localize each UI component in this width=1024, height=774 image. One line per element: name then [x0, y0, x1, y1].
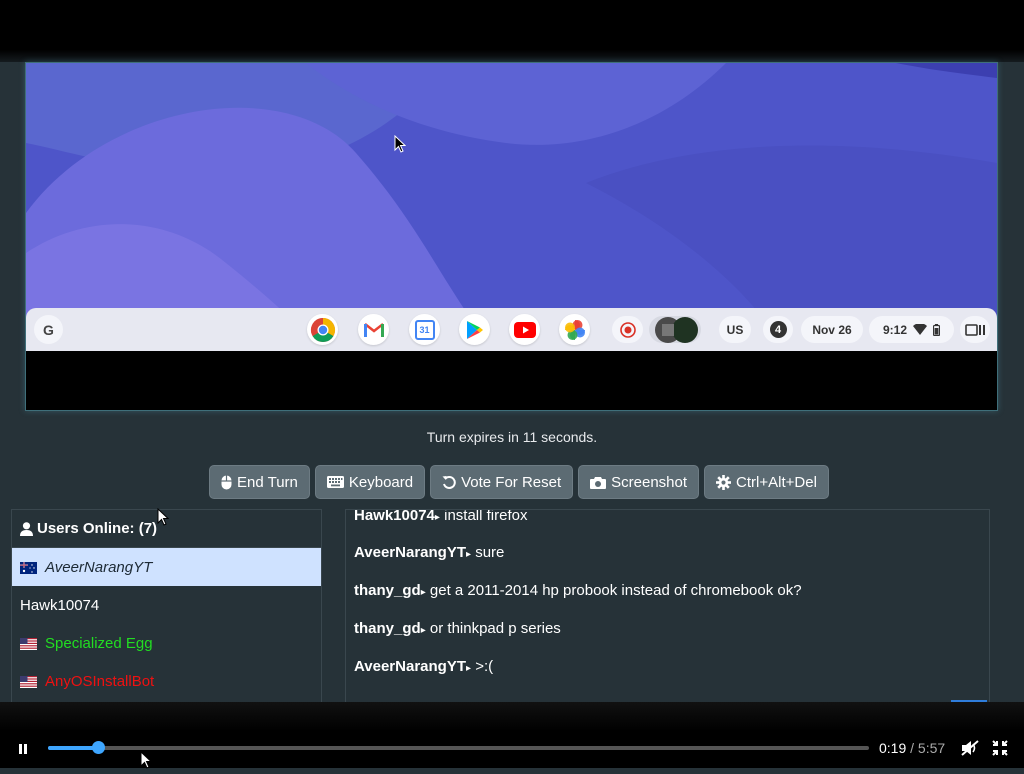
date-tray[interactable]: Nov 26: [801, 316, 863, 343]
ctrl-alt-del-button[interactable]: Ctrl+Alt+Del: [704, 465, 829, 499]
seek-handle[interactable]: [92, 741, 106, 754]
calendar-day-label: 31: [414, 319, 435, 340]
username: AveerNarangYT: [45, 558, 153, 576]
current-time: 0:19: [879, 740, 907, 756]
duration: 5:57: [917, 740, 946, 756]
calendar-icon[interactable]: 31: [409, 314, 440, 345]
mute-button[interactable]: [961, 740, 979, 761]
youtube-icon[interactable]: [509, 314, 540, 345]
chat-panel[interactable]: Hawk10074▸ install firefox AveerNarangYT…: [345, 509, 990, 704]
seek-bar[interactable]: [48, 741, 869, 754]
exit-fullscreen-icon: [992, 740, 1008, 756]
users-online-panel: Users Online: (7) AveerNarangYT Hawk1007…: [11, 509, 322, 704]
gear-icon: [716, 474, 732, 490]
clock-time: 9:12: [882, 322, 908, 337]
chromeos-shelf: G 31 US 4 Nov 26 9:12: [26, 308, 997, 351]
gmail-icon[interactable]: [358, 314, 389, 345]
users-online-title: Users Online: (7): [37, 520, 158, 537]
screen-record-icon[interactable]: [612, 316, 643, 343]
time-display: 0:19 / 5:57: [879, 740, 945, 756]
status-area[interactable]: 9:12: [869, 316, 954, 343]
keyboard-button[interactable]: Keyboard: [314, 465, 426, 499]
launcher-button[interactable]: G: [34, 315, 63, 344]
camera-icon: [590, 476, 607, 489]
seek-progress: [48, 746, 99, 750]
screenshot-label: Screenshot: [611, 473, 688, 491]
holding-space-icon[interactable]: [649, 316, 701, 343]
vm-toolbar: End Turn Keyboard Vote For Reset Screens…: [209, 465, 829, 499]
video-player-controls: [0, 702, 1024, 768]
chat-username: AveerNarangYT: [354, 658, 466, 675]
user-row[interactable]: AveerNarangYT: [12, 548, 321, 586]
notification-counter[interactable]: 4: [763, 316, 793, 343]
vm-mouse-cursor: [394, 134, 407, 158]
chat-text: or thinkpad p series: [429, 620, 561, 637]
chat-text: get a 2011-2014 hp probook instead of ch…: [429, 582, 802, 599]
username: Hawk10074: [20, 596, 100, 614]
vote-reset-button[interactable]: Vote For Reset: [430, 465, 574, 499]
vote-reset-label: Vote For Reset: [461, 473, 562, 491]
vm-screen[interactable]: G 31 US 4 Nov 26 9:12: [25, 62, 998, 411]
chat-username: AveerNarangYT: [354, 544, 466, 561]
chat-text: install firefox: [444, 509, 528, 524]
chat-message: thany_gd▸ get a 2011-2014 hp probook ins…: [354, 582, 802, 599]
turn-status: Turn expires in 11 seconds.: [426, 429, 598, 445]
mouse-cursor: [157, 507, 170, 531]
input-method-indicator[interactable]: US: [719, 316, 751, 343]
battery-icon: [933, 323, 941, 336]
notification-count: 4: [769, 321, 787, 338]
chrome-icon[interactable]: [307, 314, 338, 345]
chat-text: >:(: [475, 658, 494, 675]
us-flag-icon: [20, 675, 37, 688]
time-separator: /: [910, 740, 915, 756]
end-turn-label: End Turn: [237, 473, 298, 491]
user-icon: [20, 521, 33, 536]
username: AnyOSInstallBot: [45, 672, 155, 690]
pause-button[interactable]: [17, 742, 29, 760]
user-row[interactable]: Specialized Egg: [12, 624, 321, 662]
chat-username: thany_gd: [354, 582, 421, 599]
chat-username: thany_gd: [354, 620, 421, 637]
chat-message: thany_gd▸ or thinkpad p series: [354, 620, 561, 637]
volume-muted-icon: [961, 740, 979, 756]
chat-message: AveerNarangYT▸ sure: [354, 544, 505, 561]
overview-icon[interactable]: [960, 316, 990, 343]
end-turn-button[interactable]: End Turn: [209, 465, 310, 499]
video-top-bar: [0, 0, 1024, 62]
user-row[interactable]: Hawk10074: [12, 586, 321, 624]
wifi-icon: [913, 323, 928, 335]
chat-message: Hawk10074▸ install firefox: [354, 509, 528, 524]
screenshot-button[interactable]: Screenshot: [578, 465, 700, 499]
australia-flag-icon: [20, 561, 37, 574]
mouse-icon: [221, 475, 232, 489]
keyboard-icon: [326, 476, 344, 488]
chat-text: sure: [475, 544, 505, 561]
play-store-icon[interactable]: [459, 314, 490, 345]
undo-icon: [442, 476, 456, 489]
chat-username: Hawk10074: [354, 509, 435, 524]
chat-message: AveerNarangYT▸ >:(: [354, 658, 494, 675]
ctrl-alt-del-label: Ctrl+Alt+Del: [736, 473, 817, 491]
keyboard-label: Keyboard: [348, 473, 414, 491]
photos-icon[interactable]: [559, 314, 590, 345]
user-row[interactable]: AnyOSInstallBot: [12, 662, 321, 700]
pause-icon: [19, 744, 27, 754]
exit-fullscreen-button[interactable]: [992, 740, 1008, 761]
us-flag-icon: [20, 637, 37, 650]
username: Specialized Egg: [45, 634, 153, 652]
mouse-cursor: [140, 750, 153, 774]
